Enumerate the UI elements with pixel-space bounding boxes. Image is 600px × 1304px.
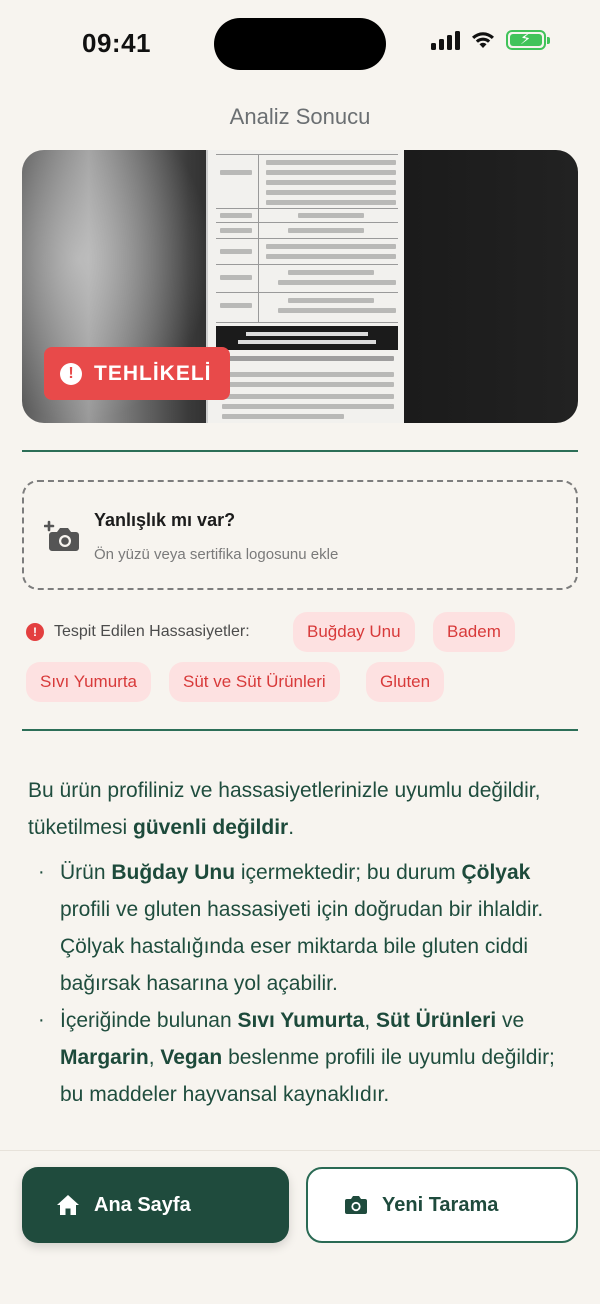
- sensitivities-label: Tespit Edilen Hassasiyetler:: [54, 623, 250, 640]
- analysis-intro: Bu ürün profiliniz ve hassasiyetlerinizl…: [28, 779, 541, 839]
- camera-icon: [345, 1196, 367, 1214]
- battery-icon: ⚡: [506, 30, 550, 50]
- add-photo-icon: [44, 520, 79, 551]
- new-scan-button-label: Yeni Tarama: [382, 1193, 499, 1216]
- divider-top: [22, 450, 578, 452]
- dynamic-island: [214, 18, 386, 70]
- analysis-bullet: İçeriğinde bulunan Sıvı Yumurta, Süt Ürü…: [28, 1002, 576, 1113]
- danger-badge: ! TEHLİKELİ: [44, 347, 230, 400]
- status-icons: ⚡: [431, 30, 550, 50]
- sensitivities-header: ! Tespit Edilen Hassasiyetler:: [26, 612, 250, 652]
- divider-bottom: [22, 729, 578, 731]
- add-photo-subtitle: Ön yüzü veya sertifika logosunu ekle: [94, 546, 339, 563]
- status-bar: 09:41 ⚡: [0, 0, 600, 90]
- new-scan-button[interactable]: Yeni Tarama: [306, 1167, 578, 1243]
- wifi-icon: [472, 32, 494, 48]
- bottom-action-bar: Ana Sayfa Yeni Tarama: [0, 1150, 600, 1304]
- page-title: Analiz Sonucu: [229, 104, 371, 129]
- add-photo-box[interactable]: Yanlışlık mı var? Ön yüzü veya sertifika…: [22, 480, 578, 590]
- signal-icon: [431, 30, 460, 50]
- sensitivity-chip: Buğday Unu: [293, 612, 415, 652]
- home-button[interactable]: Ana Sayfa: [22, 1167, 289, 1243]
- sensitivity-chip: Badem: [433, 612, 515, 652]
- home-button-label: Ana Sayfa: [94, 1193, 191, 1216]
- ingredient-label-image: [206, 150, 404, 423]
- status-time: 09:41: [82, 28, 151, 58]
- sensitivity-chip: Gluten: [366, 662, 445, 702]
- home-icon: [57, 1195, 79, 1215]
- sensitivity-chip: Süt ve Süt Ürünleri: [169, 662, 340, 702]
- alert-icon: !: [60, 362, 82, 385]
- analysis-bullet: Ürün Buğday Unu içermektedir; bu durum Ç…: [28, 854, 576, 1002]
- analysis-result-screen: 09:41 ⚡ Analiz Sonucu ! TEHLİKELİ Yanlış…: [0, 0, 600, 1304]
- analysis-text: Bu ürün profiliniz ve hassasiyetlerinizl…: [28, 772, 576, 1113]
- analysis-list: Ürün Buğday Unu içermektedir; bu durum Ç…: [28, 854, 576, 1113]
- alert-icon: !: [26, 623, 44, 641]
- sensitivity-chip: Sıvı Yumurta: [26, 662, 152, 702]
- danger-badge-label: TEHLİKELİ: [94, 361, 212, 385]
- add-photo-title: Yanlışlık mı var?: [94, 510, 236, 530]
